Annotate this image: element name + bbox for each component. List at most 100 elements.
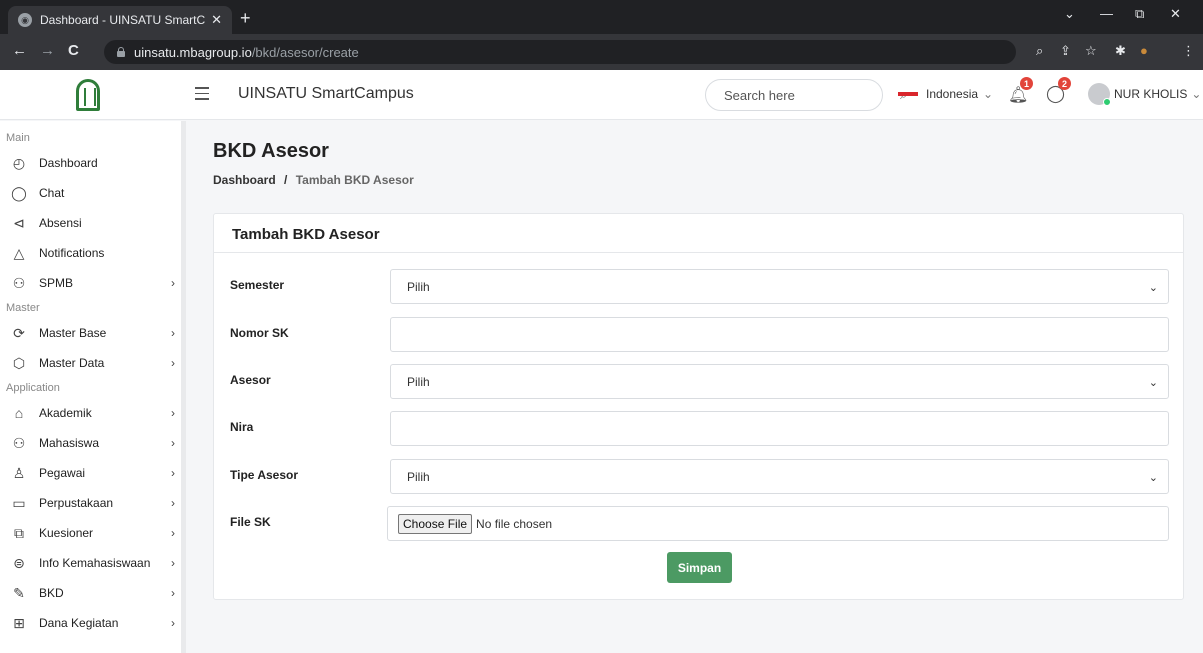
- page-title: BKD Asesor: [213, 140, 329, 162]
- sidebar-item-pegawai[interactable]: ♙ Pegawai ›: [0, 458, 181, 488]
- sidebar-item-absensi[interactable]: ⊲ Absensi: [0, 208, 181, 238]
- search-box: ⌕: [705, 79, 907, 111]
- form-card: Tambah BKD Asesor Semester Pilih ⌄ Nomor…: [213, 213, 1184, 600]
- reload-button[interactable]: C: [68, 42, 79, 59]
- sidebar-group-label: Master: [6, 302, 40, 314]
- browser-menu-icon[interactable]: ⋮: [1182, 43, 1195, 59]
- sidebar-item-info-kemahasiswaan[interactable]: ⊜ Info Kemahasiswaan ›: [0, 548, 181, 578]
- wallet-icon: ⊞: [13, 614, 25, 631]
- language-selector[interactable]: Indonesia ⌄: [898, 87, 993, 101]
- semester-select[interactable]: Pilih ⌄: [390, 269, 1169, 304]
- sidebar-item-label: Dashboard: [39, 156, 98, 170]
- bookmark-star-icon[interactable]: ☆: [1085, 43, 1097, 59]
- extensions-icon[interactable]: ✱: [1115, 43, 1126, 59]
- nira-input[interactable]: [390, 411, 1169, 446]
- sidebar-item-label: Master Base: [39, 326, 107, 340]
- chevron-right-icon: ›: [171, 466, 175, 480]
- sidebar-item-dana-kegiatan[interactable]: ⊞ Dana Kegiatan ›: [0, 608, 181, 638]
- tab-close-icon[interactable]: ✕: [211, 12, 222, 28]
- users-icon: ⚇: [12, 434, 26, 451]
- nomor-sk-input[interactable]: [390, 317, 1169, 352]
- back-button[interactable]: ←: [12, 42, 27, 59]
- breadcrumb-home-link[interactable]: Dashboard: [213, 173, 276, 187]
- share-icon[interactable]: ⇪: [1060, 43, 1071, 59]
- chevron-right-icon: ›: [171, 586, 175, 600]
- chevron-right-icon: ›: [171, 276, 175, 290]
- url-host: uinsatu.mbagroup.io: [134, 44, 252, 60]
- sidebar-group-label: Application: [6, 382, 60, 394]
- user-name: NUR KHOLIS: [1114, 87, 1188, 101]
- choose-file-button[interactable]: Choose File: [398, 513, 473, 534]
- form-row-nomor-sk: Nomor SK: [230, 317, 1170, 353]
- form-row-semester: Semester Pilih ⌄: [230, 269, 1170, 305]
- form-row-asesor: Asesor Pilih ⌄: [230, 364, 1170, 400]
- tab-search-icon[interactable]: ⌄: [1064, 6, 1075, 22]
- sidebar-item-label: BKD: [39, 586, 64, 600]
- sidebar-item-kuesioner[interactable]: ⧉ Kuesioner ›: [0, 518, 181, 548]
- chevron-right-icon: ›: [171, 406, 175, 420]
- database-icon: ⊜: [13, 554, 25, 571]
- sidebar-item-master-data[interactable]: ⬡ Master Data ›: [0, 348, 181, 378]
- sidebar-item-dashboard[interactable]: ◴ Dashboard: [0, 148, 181, 178]
- form-row-file-sk: File SK Choose File No file chosen: [230, 506, 1170, 542]
- forward-button[interactable]: →: [40, 42, 55, 59]
- chevron-right-icon: ›: [171, 616, 175, 630]
- search-input[interactable]: [724, 87, 900, 103]
- sidebar-item-label: Chat: [39, 186, 65, 200]
- chevron-right-icon: ›: [171, 496, 175, 510]
- chevron-right-icon: ›: [171, 326, 175, 340]
- address-bar[interactable]: uinsatu.mbagroup.io/bkd/asesor/create: [104, 40, 1016, 64]
- menu-toggle-icon[interactable]: [195, 87, 209, 104]
- app-header: UINSATU SmartCampus ⌕ Indonesia ⌄ 🔔︎ 1 ◯…: [0, 70, 1203, 120]
- url-path: /bkd/asesor/create: [251, 44, 359, 60]
- asesor-selected-value: Pilih: [407, 374, 430, 389]
- save-button[interactable]: Simpan: [667, 552, 732, 583]
- nomor-sk-label: Nomor SK: [230, 326, 289, 340]
- profile-icon[interactable]: ●: [1140, 43, 1148, 58]
- sidebar-item-master-base[interactable]: ⟳ Master Base ›: [0, 318, 181, 348]
- notification-count-badge: 1: [1020, 77, 1033, 90]
- form-row-nira: Nira: [230, 411, 1170, 447]
- form-row-tipe-asesor: Tipe Asesor Pilih ⌄: [230, 459, 1170, 495]
- semester-selected-value: Pilih: [407, 279, 430, 294]
- sidebar-item-spmb[interactable]: ⚇ SPMB ›: [0, 268, 181, 298]
- sidebar-item-label: Akademik: [39, 406, 92, 420]
- asesor-select[interactable]: Pilih ⌄: [390, 364, 1169, 399]
- restore-button[interactable]: ⧉: [1135, 6, 1144, 22]
- close-window-button[interactable]: ✕: [1170, 6, 1181, 22]
- tipe-asesor-label: Tipe Asesor: [230, 468, 299, 482]
- card-title: Tambah BKD Asesor: [214, 214, 1183, 253]
- lock-icon: [116, 47, 126, 57]
- flag-icon: [898, 92, 918, 96]
- breadcrumb: Dashboard / Tambah BKD Asesor: [213, 173, 414, 187]
- browser-toolbar: ← → C uinsatu.mbagroup.io/bkd/asesor/cre…: [0, 34, 1203, 70]
- university-logo[interactable]: [76, 79, 100, 111]
- breadcrumb-separator: /: [284, 173, 288, 187]
- sidebar-item-akademik[interactable]: ⌂ Akademik ›: [0, 398, 181, 428]
- chevron-right-icon: ›: [171, 526, 175, 540]
- browser-tab-strip: ◉ Dashboard - UINSATU SmartCam ✕ + ⌄ — ⧉…: [0, 0, 1203, 34]
- chat-icon: ◯: [11, 184, 27, 201]
- book-icon: ▭: [12, 494, 26, 511]
- chevron-right-icon: ›: [171, 356, 175, 370]
- sidebar-item-mahasiswa[interactable]: ⚇ Mahasiswa ›: [0, 428, 181, 458]
- breadcrumb-current: Tambah BKD Asesor: [295, 173, 414, 187]
- minimize-button[interactable]: —: [1100, 6, 1113, 21]
- user-menu[interactable]: NUR KHOLIS ⌄: [1088, 83, 1201, 106]
- sidebar-item-bkd[interactable]: ✎ BKD ›: [0, 578, 181, 608]
- tipe-asesor-select[interactable]: Pilih ⌄: [390, 459, 1169, 494]
- semester-label: Semester: [230, 278, 285, 292]
- language-label: Indonesia: [926, 87, 979, 101]
- sidebar-item-perpustakaan[interactable]: ▭ Perpustakaan ›: [0, 488, 181, 518]
- sidebar-item-label: Kuesioner: [39, 526, 94, 540]
- sidebar-item-chat[interactable]: ◯ Chat: [0, 178, 181, 208]
- nira-label: Nira: [230, 420, 254, 434]
- file-status-text: No file chosen: [476, 516, 553, 531]
- browser-tab[interactable]: ◉ Dashboard - UINSATU SmartCam ✕: [8, 6, 232, 34]
- sidebar-scrollbar[interactable]: [181, 121, 186, 653]
- sidebar-item-notifications[interactable]: △ Notifications: [0, 238, 181, 268]
- sidebar-item-label: Master Data: [39, 356, 105, 370]
- new-tab-button[interactable]: +: [240, 8, 251, 29]
- zoom-icon[interactable]: ⌕: [1036, 43, 1043, 59]
- megaphone-icon: ⊲: [13, 214, 25, 231]
